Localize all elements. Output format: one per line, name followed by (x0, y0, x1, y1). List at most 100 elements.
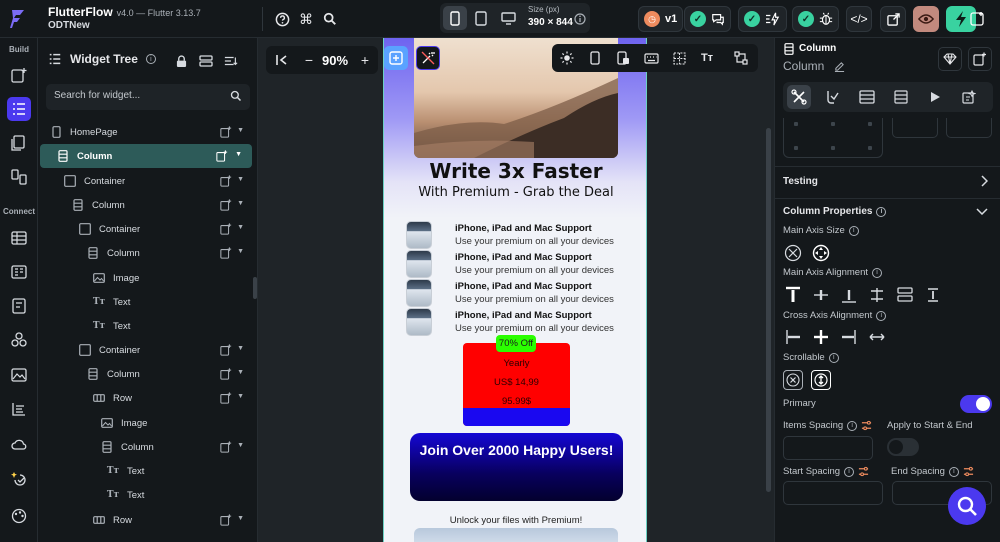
scroll-off-icon[interactable] (783, 370, 803, 390)
tab-actions-icon[interactable] (821, 85, 845, 109)
padding-field[interactable] (946, 118, 992, 138)
app-values-icon[interactable] (7, 260, 31, 284)
chevron-down-icon[interactable]: ▼ (237, 393, 244, 400)
light-mode-icon[interactable] (558, 49, 576, 67)
chevron-down-icon[interactable]: ▼ (237, 345, 244, 352)
join-button[interactable]: Join Over 2000 Happy Users! (410, 433, 623, 501)
preview-eye-icon[interactable] (913, 6, 939, 32)
desktop-device-icon[interactable] (496, 6, 520, 30)
add-child-icon[interactable] (220, 175, 232, 187)
tree-item-column[interactable]: Column ▼ (38, 362, 258, 386)
debug-pill[interactable]: ✓ (792, 6, 839, 32)
chevron-down-icon[interactable]: ▼ (237, 248, 244, 255)
info-icon[interactable] (570, 9, 590, 29)
chevron-down-icon[interactable]: ▼ (237, 442, 244, 449)
padding-diagram[interactable] (783, 118, 883, 158)
panel-resize-handle[interactable] (253, 277, 257, 299)
info-icon[interactable]: i (848, 225, 859, 236)
media-assets-icon[interactable] (7, 363, 31, 387)
chevron-down-icon[interactable]: ▼ (237, 369, 244, 376)
theme-settings-icon[interactable] (7, 504, 31, 528)
search-icon[interactable] (320, 9, 340, 29)
storage-icon[interactable] (199, 54, 213, 68)
widget-name-field[interactable]: Column (783, 59, 824, 73)
add-child-icon[interactable] (220, 514, 232, 526)
add-widget-icon[interactable] (968, 47, 992, 71)
tree-item-text[interactable]: Tт Text (38, 483, 258, 507)
tablet-device-icon[interactable] (469, 6, 493, 30)
tab-generate-children-icon[interactable] (889, 85, 913, 109)
tree-item-container[interactable]: Container ▼ (38, 338, 258, 362)
add-child-icon[interactable] (220, 126, 232, 138)
add-child-icon[interactable] (220, 223, 232, 235)
info-icon[interactable]: i (844, 466, 855, 477)
apply-start-end-toggle[interactable] (887, 438, 919, 456)
database-icon[interactable] (7, 226, 31, 250)
lock-icon[interactable] (174, 54, 188, 68)
add-child-icon[interactable] (220, 368, 232, 380)
search-assistant-button[interactable] (948, 487, 986, 525)
widget-tree-icon[interactable] (7, 97, 31, 121)
search-icon[interactable] (230, 90, 242, 102)
cross-align-stretch-icon[interactable] (867, 327, 887, 347)
tab-backend-query-icon[interactable] (855, 85, 879, 109)
items-spacing-input[interactable] (783, 436, 873, 460)
chevron-down-icon[interactable]: ▼ (237, 515, 244, 522)
actions-pill[interactable]: ✓ (738, 6, 787, 32)
keyboard-icon[interactable] (642, 49, 660, 67)
cloud-functions-icon[interactable] (7, 432, 31, 456)
info-icon[interactable]: i (145, 54, 156, 64)
tab-animations-icon[interactable] (923, 85, 947, 109)
tune-settings-icon[interactable] (858, 466, 869, 477)
info-icon[interactable]: i (948, 466, 959, 477)
chevron-down-icon[interactable] (976, 206, 988, 218)
flutterflow-logo-icon[interactable] (8, 8, 28, 30)
tune-settings-icon[interactable] (963, 466, 974, 477)
tree-item-text[interactable]: Tт Text (38, 459, 258, 483)
custom-code-icon[interactable] (7, 397, 31, 421)
column-properties-title[interactable]: Column Properties i (783, 206, 887, 217)
filter-icon[interactable] (224, 54, 238, 68)
start-spacing-input[interactable] (783, 481, 883, 505)
add-widget-icon[interactable] (7, 63, 31, 87)
widget-search-input[interactable] (54, 90, 224, 101)
tree-item-container[interactable]: Container ▼ (38, 217, 258, 241)
add-child-icon[interactable] (220, 392, 232, 404)
tree-item-image[interactable]: Image (38, 266, 258, 290)
code-view-icon[interactable]: </> (846, 6, 872, 32)
phone-frame-icon[interactable] (586, 49, 604, 67)
components-icon[interactable] (7, 165, 31, 189)
tab-properties-icon[interactable] (787, 85, 811, 109)
add-child-icon[interactable] (216, 150, 228, 162)
scroll-vertical-icon[interactable] (811, 370, 831, 390)
tree-item-text[interactable]: Tт Text (38, 314, 258, 338)
agents-star-icon[interactable] (7, 467, 31, 491)
canvas-scrollbar[interactable] (766, 128, 771, 492)
tree-item-homepage[interactable]: HomePage ▼ (38, 120, 258, 144)
project-name[interactable]: ODTNew (48, 20, 90, 31)
tree-item-container[interactable]: Container ▼ (38, 169, 258, 193)
zoom-in-icon[interactable]: + (356, 51, 374, 69)
add-child-icon[interactable] (220, 344, 232, 356)
chevron-right-icon[interactable] (980, 175, 989, 190)
version-pill[interactable]: ◷ v1 (638, 6, 684, 32)
tree-item-image[interactable]: Image (38, 411, 258, 435)
chevron-down-icon[interactable]: ▼ (237, 176, 244, 183)
command-key-icon[interactable]: ⌘ (296, 9, 316, 29)
chevron-down-icon[interactable]: ▼ (237, 224, 244, 231)
add-child-icon[interactable] (220, 199, 232, 211)
size-value[interactable]: 390 × 844 (528, 17, 573, 28)
edit-pencil-icon[interactable] (834, 61, 845, 72)
info-icon[interactable]: i (876, 310, 887, 321)
tree-item-column[interactable]: Column ▼ (40, 144, 252, 168)
diamond-icon[interactable] (938, 47, 962, 71)
align-center-icon[interactable] (811, 285, 831, 305)
chevron-down-icon[interactable]: ▼ (237, 200, 244, 207)
testing-section-title[interactable]: Testing (783, 176, 818, 187)
help-icon[interactable] (272, 9, 292, 29)
pages-icon[interactable] (7, 131, 31, 155)
tree-item-text[interactable]: Tт Text (38, 290, 258, 314)
primary-toggle[interactable] (960, 395, 992, 413)
axis-size-max-icon[interactable] (811, 243, 831, 263)
space-between-icon[interactable] (867, 285, 887, 305)
